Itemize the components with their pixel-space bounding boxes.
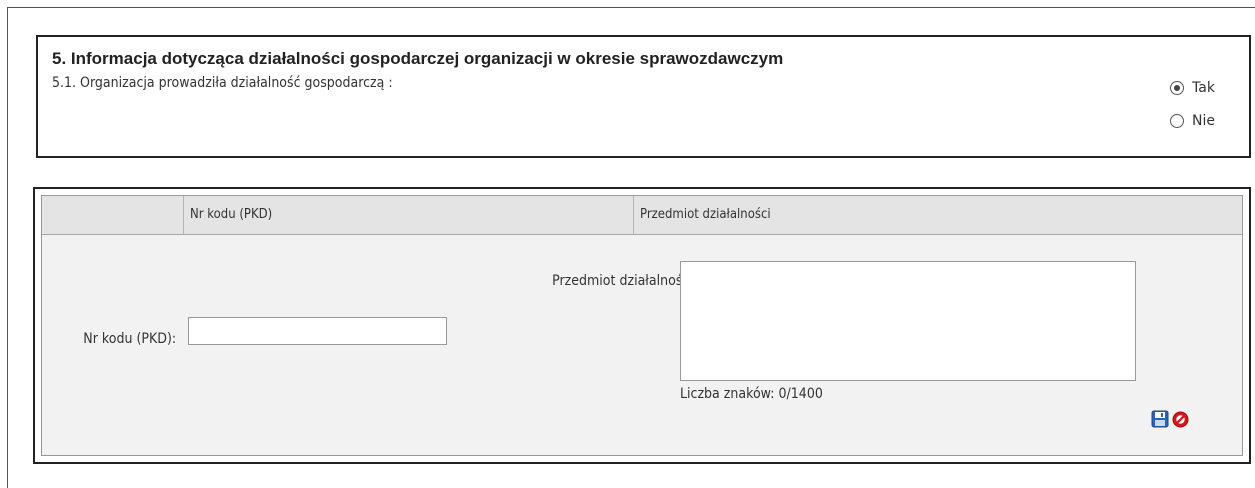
column-header-pkd[interactable]: Nr kodu (PKD) [183,196,633,234]
radio-option-tak[interactable]: Tak [1170,80,1215,96]
przedmiot-label: Przedmiot działalności: [552,273,697,289]
save-icon[interactable] [1151,410,1169,428]
business-activity-section: 5. Informacja dotycząca działalności gos… [36,35,1251,158]
char-counter: Liczba znaków: 0/1400 [680,386,823,402]
radio-tak[interactable] [1170,81,1184,95]
radio-nie[interactable] [1170,114,1184,128]
table-header: Nr kodu (PKD) Przedmiot działalności [42,196,1242,235]
pkd-input[interactable] [188,317,447,345]
radio-tak-label: Tak [1192,80,1215,96]
przedmiot-textarea[interactable] [680,261,1136,381]
business-activity-question: 5.1. Organizacja prowadziła działalność … [52,75,393,91]
cancel-icon[interactable] [1172,411,1189,428]
activity-table-inner: Nr kodu (PKD) Przedmiot działalności Prz… [41,195,1243,456]
section-title: 5. Informacja dotycząca działalności gos… [52,49,784,68]
radio-nie-label: Nie [1192,113,1215,129]
activity-table: Nr kodu (PKD) Przedmiot działalności Prz… [33,187,1251,464]
column-header-przedmiot[interactable]: Przedmiot działalności [633,196,1242,234]
radio-option-nie[interactable]: Nie [1170,113,1215,129]
pkd-label: Nr kodu (PKD): [83,331,176,347]
